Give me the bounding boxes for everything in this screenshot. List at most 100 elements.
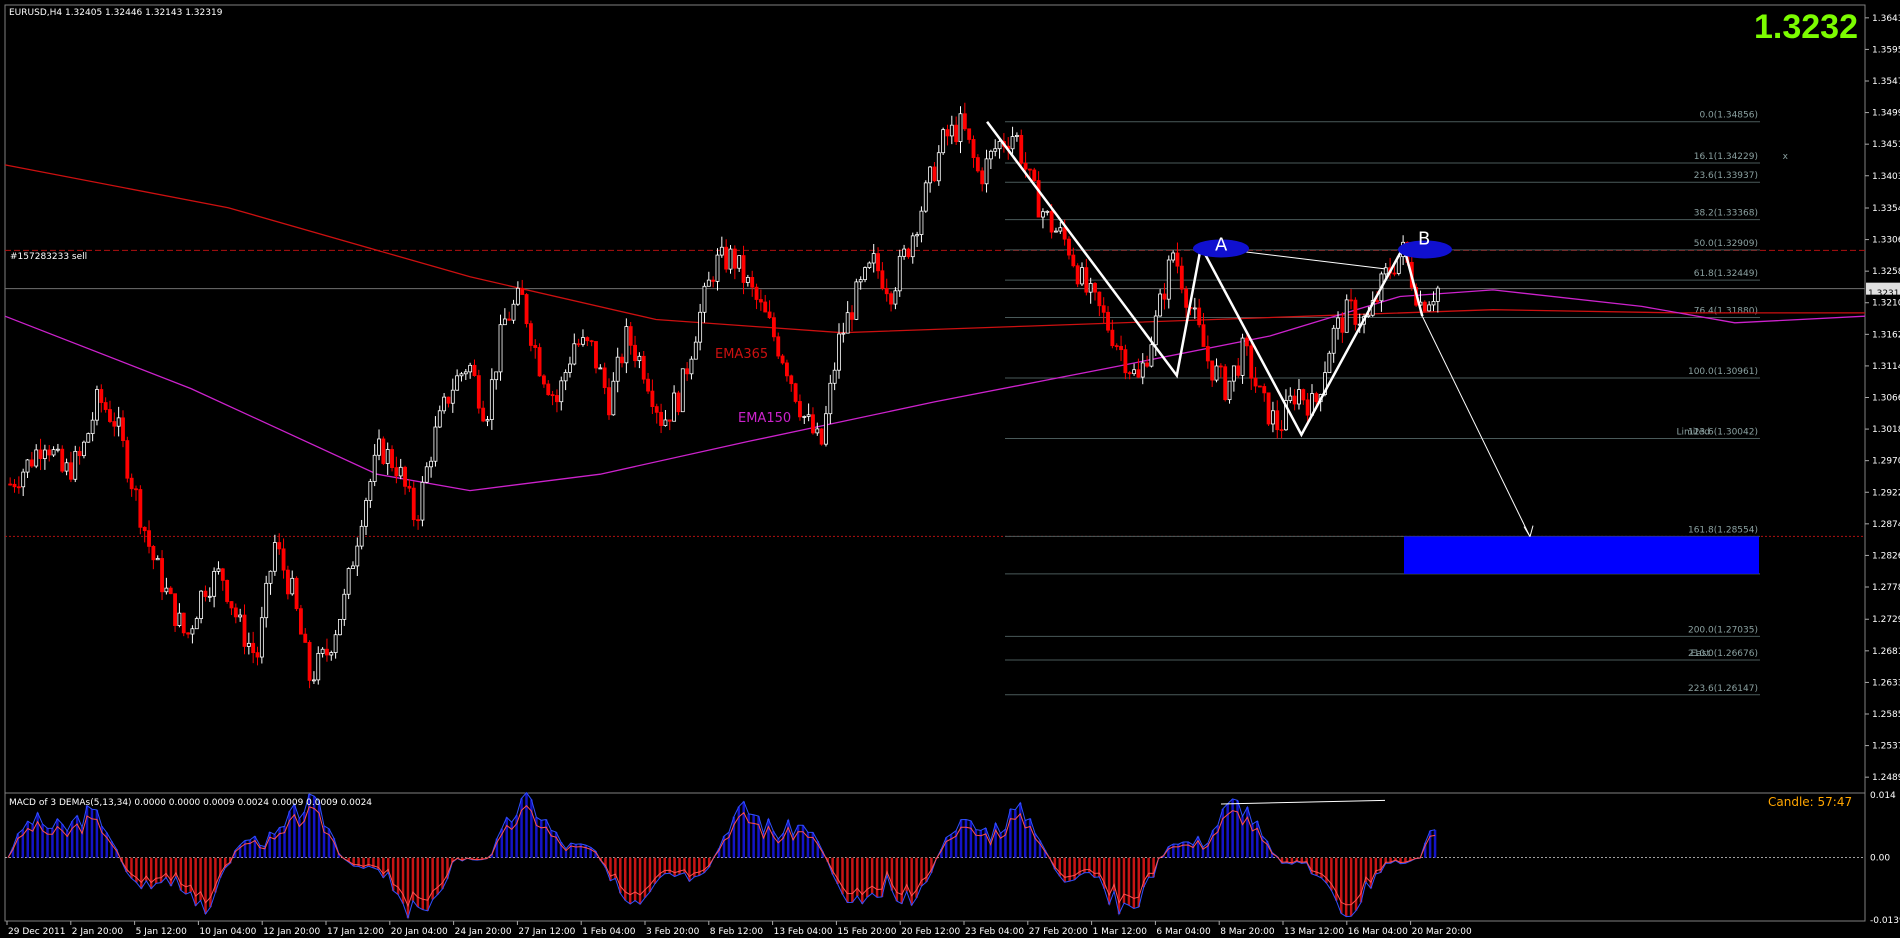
candle-body (64, 462, 69, 472)
candle-body (1271, 410, 1275, 425)
candle-body (845, 312, 850, 334)
candle-body (598, 367, 603, 370)
candle-body (1084, 267, 1089, 293)
candle-body (1041, 211, 1045, 218)
candle-body (442, 396, 447, 412)
candle-body (1028, 168, 1032, 171)
candle-body (333, 634, 338, 653)
fib-label: 100.0(1.30961) (1688, 367, 1758, 377)
y-tick-label: 1.26815 (1872, 647, 1900, 657)
candle-body (932, 166, 937, 182)
x-tick-label: 20 Jan 04:00 (391, 927, 448, 937)
candle-body (437, 410, 442, 428)
candle-body (902, 248, 907, 257)
candle-body (919, 210, 924, 235)
y-tick-label: 1.25855 (1872, 710, 1900, 720)
y-tick-label: 1.32105 (1872, 299, 1900, 309)
candle-body (1127, 372, 1132, 375)
candle-body (51, 449, 56, 456)
candle-body (1214, 365, 1219, 381)
x-tick-label: 29 Dec 2011 (8, 927, 66, 937)
candle-body (1305, 399, 1310, 416)
candle-body (359, 525, 364, 547)
candle-body (138, 489, 143, 528)
candle-body (112, 421, 117, 427)
candle-body (355, 545, 360, 567)
candle-body (858, 279, 863, 283)
order-label: #157283233 sell (10, 252, 87, 262)
candle-body (537, 347, 542, 377)
candle-body (954, 124, 959, 143)
candle-body (1266, 392, 1271, 425)
fib-prefix: Limited (1676, 427, 1710, 437)
candle-body (160, 558, 164, 593)
candle-body (724, 246, 729, 270)
candle-body (99, 389, 104, 403)
y-tick-label: 1.31145 (1872, 362, 1900, 372)
candle-body (1197, 307, 1202, 326)
candle-body (971, 139, 976, 159)
candle-body (750, 277, 755, 288)
fib-prefix: x (1783, 152, 1789, 162)
candle-body (1067, 238, 1071, 256)
candle-body (832, 369, 837, 384)
candle-body (290, 577, 295, 595)
candle-body (298, 608, 303, 635)
candle-body (568, 363, 572, 373)
candle-body (585, 337, 590, 342)
candle-body (1223, 366, 1228, 401)
x-tick-label: 20 Feb 12:00 (901, 927, 960, 937)
candle-body (884, 287, 889, 295)
y-tick-label: 1.30665 (1872, 394, 1900, 404)
y-tick-label: 1.29705 (1872, 457, 1900, 467)
candle-body (871, 253, 876, 264)
candle-body (789, 375, 794, 385)
candle-body (463, 371, 468, 375)
candle-body (1301, 389, 1306, 401)
candle-body (433, 426, 438, 462)
candle-body (1032, 169, 1037, 181)
y-tick-label: 1.34515 (1872, 140, 1900, 150)
candle-body (147, 530, 151, 547)
candle-body (1106, 311, 1110, 331)
y-tick-label: 1.36435 (1872, 14, 1900, 24)
candle-body (416, 519, 420, 522)
candle-body (281, 548, 286, 571)
candle-body (181, 612, 186, 634)
candle-body (581, 337, 585, 345)
candle-body (390, 449, 394, 469)
candle-body (47, 449, 52, 456)
macd-y-tick-label: 0.00 (1870, 854, 1890, 864)
x-tick-label: 12 Jan 20:00 (263, 927, 320, 937)
candle-body (715, 254, 720, 282)
candle-body (420, 481, 425, 521)
candle-body (1344, 299, 1349, 333)
candle-body (229, 601, 234, 609)
candle-body (69, 462, 73, 480)
candle-body (754, 286, 759, 300)
candle-body (21, 471, 26, 488)
candle-body (741, 255, 746, 283)
candle-body (689, 358, 694, 375)
candle-body (238, 614, 243, 618)
x-tick-label: 13 Feb 04:00 (774, 927, 833, 937)
candle-body (1257, 385, 1262, 388)
candle-body (481, 407, 486, 422)
candle-body (555, 395, 559, 403)
candle-body (121, 417, 125, 441)
candle-body (663, 419, 668, 426)
y-tick-label: 1.27295 (1872, 615, 1900, 625)
candle-body (893, 290, 898, 305)
y-tick-label: 1.27785 (1872, 583, 1900, 593)
candle-body (407, 485, 412, 489)
candle-body (867, 262, 872, 268)
y-tick-label: 1.32585 (1872, 267, 1900, 277)
candle-body (854, 281, 859, 320)
x-tick-label: 27 Feb 20:00 (1029, 927, 1088, 937)
candle-body (194, 618, 199, 630)
fib-label: 50.0(1.32909) (1694, 239, 1758, 249)
candle-body (511, 303, 516, 321)
y-tick-label: 1.29225 (1872, 488, 1900, 498)
candle-body (1071, 254, 1076, 267)
y-tick-label: 1.26335 (1872, 678, 1900, 688)
